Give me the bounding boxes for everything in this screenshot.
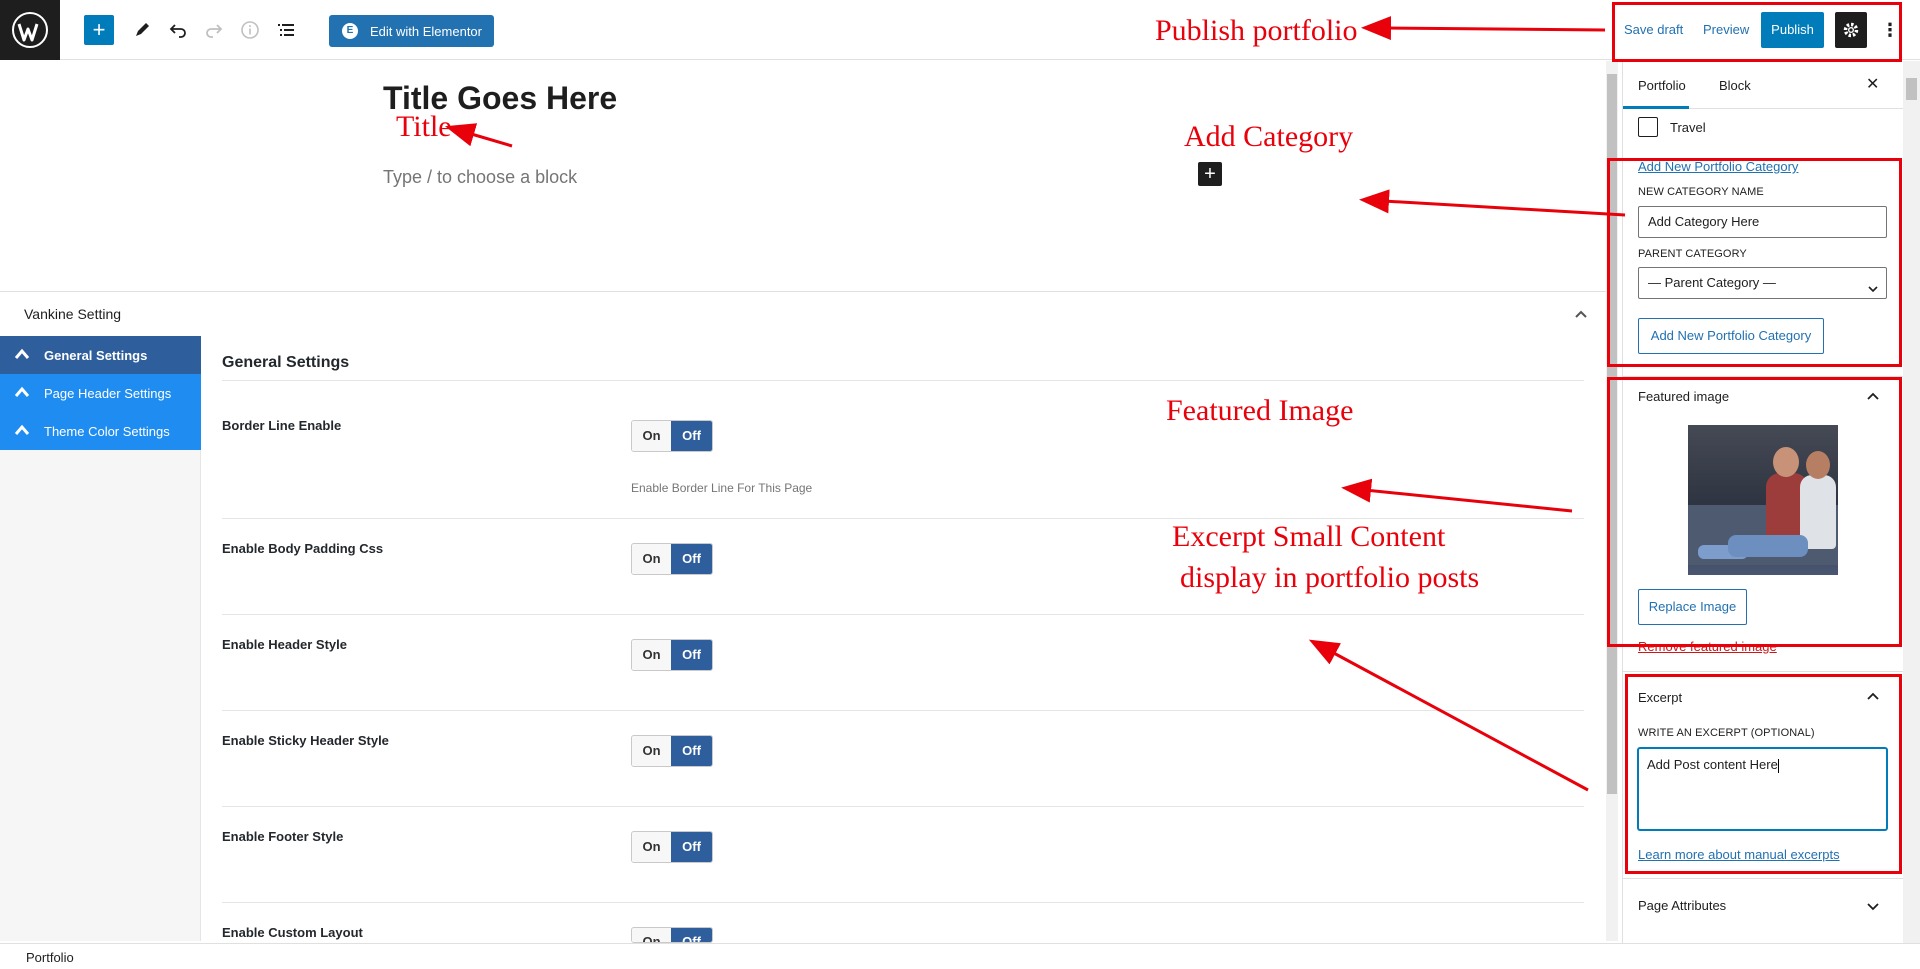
border-line-toggle[interactable]: On Off bbox=[631, 420, 713, 452]
list-view-icon[interactable] bbox=[271, 15, 301, 45]
annotation-box-category bbox=[1607, 158, 1902, 367]
toggle-off[interactable]: Off bbox=[671, 928, 712, 942]
edit-with-elementor-button[interactable]: E Edit with Elementor bbox=[329, 15, 494, 47]
editor-canvas bbox=[0, 61, 1598, 291]
tab-block[interactable]: Block bbox=[1719, 78, 1751, 93]
breadcrumb[interactable]: Portfolio bbox=[26, 950, 74, 965]
toggle-on[interactable]: On bbox=[632, 640, 672, 670]
metabox-collapse-icon[interactable] bbox=[1574, 306, 1588, 322]
nav-general-settings[interactable]: General Settings bbox=[0, 336, 201, 374]
toggle-off[interactable]: Off bbox=[671, 736, 712, 766]
setting-label: Border Line Enable bbox=[222, 418, 342, 433]
header-style-toggle[interactable]: On Off bbox=[631, 639, 713, 671]
toggle-off[interactable]: Off bbox=[671, 640, 712, 670]
chevron-up-icon bbox=[14, 348, 30, 363]
chevron-up-icon bbox=[14, 424, 30, 439]
toggle-on[interactable]: On bbox=[632, 736, 672, 766]
divider bbox=[222, 902, 1584, 903]
elementor-icon: E bbox=[342, 23, 358, 39]
annotation-box-publish bbox=[1612, 2, 1902, 62]
toggle-off[interactable]: Off bbox=[671, 421, 712, 451]
annotation-box-excerpt bbox=[1625, 674, 1902, 874]
annotation-publish-label: Publish portfolio bbox=[1155, 14, 1358, 47]
setting-label: Enable Header Style bbox=[222, 637, 347, 652]
toggle-on[interactable]: On bbox=[632, 832, 672, 862]
editor-footer bbox=[0, 943, 1920, 969]
wordpress-logo-icon[interactable] bbox=[0, 0, 60, 60]
divider bbox=[222, 380, 1584, 381]
edit-tools-icon[interactable] bbox=[127, 15, 157, 45]
divider bbox=[222, 710, 1584, 711]
inline-add-block-button[interactable]: + bbox=[1198, 162, 1222, 186]
divider bbox=[222, 806, 1584, 807]
toggle-on[interactable]: On bbox=[632, 928, 672, 942]
page-attributes-title[interactable]: Page Attributes bbox=[1638, 898, 1726, 913]
divider bbox=[1623, 878, 1903, 879]
chevron-down-icon[interactable] bbox=[1866, 898, 1880, 914]
nav-label: Page Header Settings bbox=[44, 385, 172, 401]
undo-icon[interactable] bbox=[163, 15, 193, 45]
setting-label: Enable Custom Layout bbox=[222, 925, 363, 940]
nav-theme-color-settings[interactable]: Theme Color Settings bbox=[0, 412, 201, 450]
annotation-category-label: Add Category bbox=[1184, 120, 1354, 153]
setting-label: Enable Sticky Header Style bbox=[222, 733, 389, 748]
setting-label: Enable Body Padding Css bbox=[222, 541, 384, 556]
sidebar-scrollbar-thumb[interactable] bbox=[1906, 78, 1917, 100]
body-padding-toggle[interactable]: On Off bbox=[631, 543, 713, 575]
sidebar-scrollbar-track[interactable] bbox=[1903, 61, 1920, 943]
annotation-excerpt-label-1: Excerpt Small Content bbox=[1172, 520, 1446, 553]
elementor-button-label: Edit with Elementor bbox=[370, 23, 482, 39]
divider bbox=[222, 614, 1584, 615]
setting-description: Enable Border Line For This Page bbox=[631, 481, 813, 495]
annotation-featured-label: Featured Image bbox=[1166, 394, 1354, 427]
toggle-on[interactable]: On bbox=[632, 544, 672, 574]
nav-label: Theme Color Settings bbox=[44, 423, 170, 439]
sticky-header-toggle[interactable]: On Off bbox=[631, 735, 713, 767]
settings-heading: General Settings bbox=[222, 354, 350, 371]
tab-portfolio[interactable]: Portfolio bbox=[1638, 78, 1686, 93]
nav-label: General Settings bbox=[44, 347, 148, 363]
block-placeholder[interactable]: Type / to choose a block bbox=[383, 167, 577, 188]
nav-page-header-settings[interactable]: Page Header Settings bbox=[0, 374, 201, 412]
custom-layout-toggle[interactable]: On Off bbox=[631, 927, 713, 943]
annotation-box-featured bbox=[1607, 377, 1902, 647]
category-label: Travel bbox=[1670, 120, 1706, 135]
annotation-excerpt-label-2: display in portfolio posts bbox=[1180, 561, 1480, 594]
setting-label: Enable Footer Style bbox=[222, 829, 344, 844]
footer-style-toggle[interactable]: On Off bbox=[631, 831, 713, 863]
active-tab-indicator bbox=[1623, 106, 1689, 109]
chevron-up-icon bbox=[14, 386, 30, 401]
toggle-on[interactable]: On bbox=[632, 421, 672, 451]
close-icon[interactable]: ✕ bbox=[1866, 74, 1879, 94]
block-inserter-button[interactable]: + bbox=[84, 15, 114, 45]
toggle-off[interactable]: Off bbox=[671, 832, 712, 862]
toggle-off[interactable]: Off bbox=[671, 544, 712, 574]
redo-icon[interactable] bbox=[199, 15, 229, 45]
category-checkbox[interactable] bbox=[1638, 117, 1658, 137]
divider bbox=[1623, 671, 1903, 672]
details-info-icon[interactable] bbox=[235, 15, 265, 45]
metabox-title: Vankine Setting bbox=[24, 306, 122, 322]
annotation-title-label: Title bbox=[396, 110, 452, 143]
divider bbox=[222, 518, 1584, 519]
